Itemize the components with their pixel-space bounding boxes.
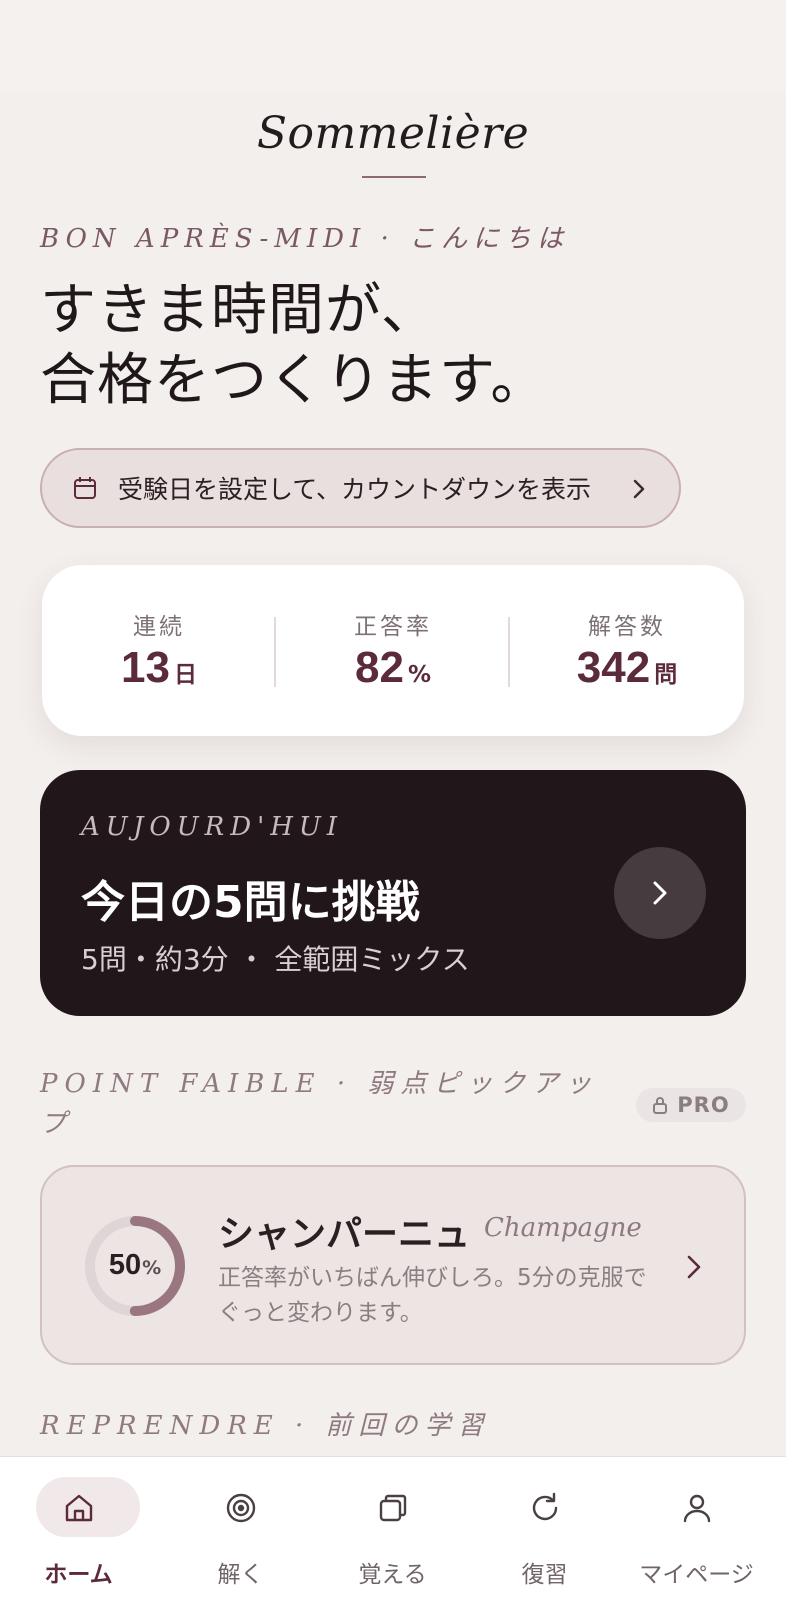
home-icon <box>65 1494 92 1522</box>
status-bar-area <box>0 0 786 92</box>
challenge-subtitle: 5問・約3分 ・ 全範囲ミックス <box>81 943 470 976</box>
stat-streak: 連続 13 日 <box>42 565 276 736</box>
stat-label: 正答率 <box>354 614 432 640</box>
stat-unit: 日 <box>173 662 197 688</box>
percent-value: 50 <box>108 1249 142 1281</box>
stat-value: 13 <box>121 643 170 692</box>
calendar-icon <box>74 477 96 499</box>
tab-review[interactable]: 復習 <box>466 1457 623 1606</box>
stat-label: 連続 <box>133 614 185 640</box>
stat-value: 82 <box>355 643 404 692</box>
tab-label: 解く <box>217 1562 264 1588</box>
stat-value: 342 <box>576 643 651 692</box>
bottom-tab-bar: ホーム 解く 覚える 復習 マイページ <box>0 1456 786 1606</box>
percent-unit: % <box>142 1257 162 1279</box>
resume-heading: REPRENDRE · 前回の学習 <box>40 1411 491 1441</box>
challenge-kicker: AUJOURD'HUI <box>81 812 344 842</box>
weak-point-heading: POINT FAIBLE · 弱点ピックアップ <box>40 1069 599 1139</box>
exam-date-label: 受験日を設定して、カウントダウンを表示 <box>118 475 592 504</box>
stat-accuracy: 正答率 82% <box>276 565 510 736</box>
tab-label: ホーム <box>44 1562 113 1588</box>
chevron-right-icon <box>633 479 645 499</box>
cards-icon <box>379 1494 406 1522</box>
target-icon <box>226 1493 255 1523</box>
tab-solve[interactable]: 解く <box>162 1457 319 1606</box>
tab-mypage[interactable]: マイページ <box>618 1457 775 1606</box>
hero-heading: すきま時間が、 合格をつくります。 <box>40 276 547 416</box>
daily-challenge-card[interactable]: AUJOURD'HUI 今日の5問に挑戦 5問・約3分 ・ 全範囲ミックス <box>40 770 746 1016</box>
app-title: Sommelière <box>256 108 530 159</box>
tab-label: 復習 <box>521 1562 568 1588</box>
tab-home[interactable]: ホーム <box>0 1457 157 1606</box>
weak-topic-description: 正答率がいちばん伸びしろ。5分の克服でぐっと変わります。 <box>218 1265 647 1326</box>
start-challenge-button[interactable] <box>614 847 706 939</box>
title-underline <box>362 176 426 178</box>
weak-point-card[interactable]: 50% シャンパーニュ Champagne 正答率がいちばん伸びしろ。5分の克服… <box>40 1165 746 1365</box>
set-exam-date-button[interactable]: 受験日を設定して、カウントダウンを表示 <box>40 448 681 528</box>
challenge-title: 今日の5問に挑戦 <box>81 877 420 928</box>
weak-topic-latin: Champagne <box>484 1213 642 1243</box>
pro-badge: PRO <box>636 1088 746 1122</box>
weak-topic-name: シャンパーニュ <box>218 1214 471 1255</box>
progress-percent: 50% <box>83 1249 187 1282</box>
stat-answered: 解答数 342 問 <box>510 565 744 736</box>
greeting-text: BON APRÈS-MIDI · こんにちは <box>40 224 570 254</box>
refresh-icon <box>532 1492 557 1521</box>
pro-badge-label: PRO <box>677 1093 730 1117</box>
tab-label: 覚える <box>358 1562 427 1588</box>
lock-icon <box>653 1097 668 1114</box>
stat-unit: 問 <box>654 662 678 688</box>
stat-label: 解答数 <box>588 614 666 640</box>
hero-line-1: すきま時間が、 <box>40 278 438 343</box>
stat-unit: % <box>407 662 431 688</box>
chevron-right-icon <box>653 881 667 905</box>
hero-line-2: 合格をつくります。 <box>40 348 548 413</box>
chevron-right-icon <box>687 1255 701 1279</box>
user-icon <box>683 1494 710 1523</box>
stats-card: 連続 13 日 正答率 82% 解答数 342 問 <box>42 565 744 736</box>
tab-label: マイページ <box>639 1562 754 1588</box>
tab-memorize[interactable]: 覚える <box>314 1457 471 1606</box>
